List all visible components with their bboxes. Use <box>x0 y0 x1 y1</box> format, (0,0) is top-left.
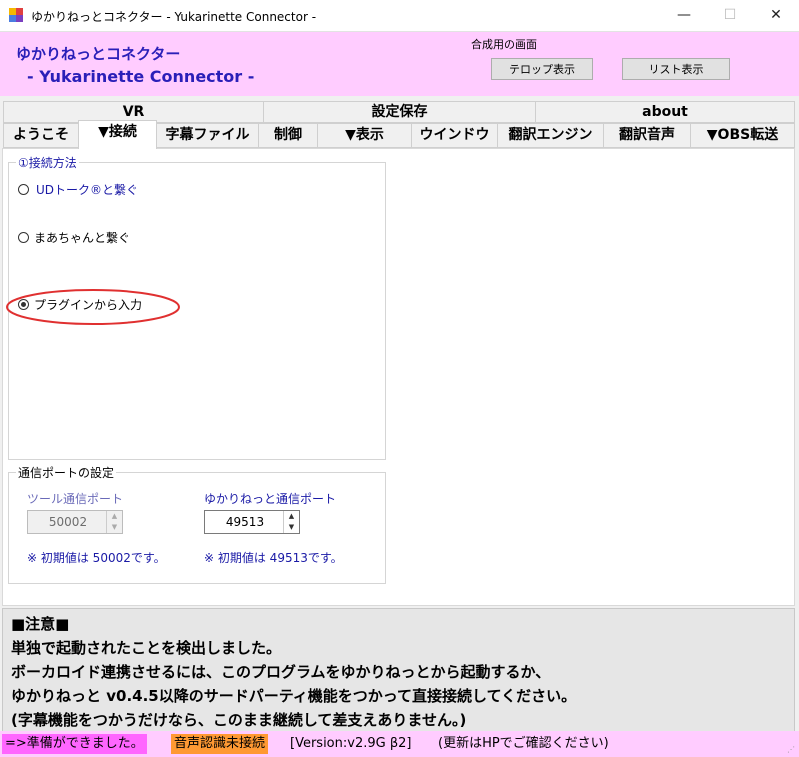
port-settings-label: 通信ポートの設定 <box>16 464 117 481</box>
tab-translation-engine[interactable]: 翻訳エンジン <box>497 123 604 148</box>
title-bar: ゆかりねっとコネクター - Yukarinette Connector - — … <box>0 0 799 32</box>
yukari-port-label: ゆかりねっと通信ポート <box>204 492 337 506</box>
tab-control[interactable]: 制御 <box>258 123 318 148</box>
radio-selected-dot <box>21 302 26 307</box>
close-button[interactable]: ✕ <box>753 0 799 31</box>
tab-connection[interactable]: ▼接続 <box>78 120 157 149</box>
app-icon <box>9 8 23 22</box>
minimize-button[interactable]: — <box>661 0 707 31</box>
list-button[interactable]: リスト表示 <box>622 58 730 80</box>
notice-panel: ■注意■ 単独で起動されたことを検出しました。 ボーカロイド連携させるには、この… <box>2 608 795 732</box>
yukari-port-stepper[interactable]: 49513 ▲ ▼ <box>204 510 300 534</box>
resize-grip-icon[interactable]: ⋰ <box>787 745 797 755</box>
notice-line: ゆかりねっと v0.4.5以降のサードパーティ機能をつかって直接接続してください… <box>11 687 577 705</box>
maximize-button[interactable]: ☐ <box>707 0 753 31</box>
header-title-jp: ゆかりねっとコネクター <box>16 45 181 63</box>
status-version: [Version:v2.9G β2] <box>290 736 412 751</box>
header-title-en: - Yukarinette Connector - <box>27 67 255 86</box>
tab-about[interactable]: about <box>535 101 795 123</box>
tab-welcome[interactable]: ようこそ <box>3 123 79 148</box>
radio-plugin[interactable] <box>18 299 29 310</box>
window-title: ゆかりねっとコネクター - Yukarinette Connector - <box>31 10 317 24</box>
tool-port-label: ツール通信ポート <box>27 492 124 506</box>
yukari-port-up-icon[interactable]: ▲ <box>284 511 299 522</box>
yukari-port-note: ※ 初期値は 49513です。 <box>204 551 343 565</box>
tab-translation-voice[interactable]: 翻訳音声 <box>603 123 691 148</box>
telop-button[interactable]: テロップ表示 <box>491 58 593 80</box>
yukari-port-value[interactable]: 49513 <box>205 511 285 533</box>
option-udtalk-label[interactable]: UDトーク®と繋ぐ <box>36 181 138 198</box>
notice-line: ボーカロイド連携させるには、このプログラムをゆかりねっとから起動するか、 <box>11 663 551 681</box>
tab-window[interactable]: ウインドウ <box>411 123 498 148</box>
status-bar: =>準備ができました。 音声認識未接続 [Version:v2.9G β2] (… <box>0 731 799 757</box>
tool-port-value: 50002 <box>48 515 88 529</box>
yukari-port-down-icon[interactable]: ▼ <box>284 522 299 533</box>
tab-obs-transfer[interactable]: ▼OBS転送 <box>690 123 795 148</box>
status-ready: =>準備ができました。 <box>2 734 147 754</box>
connection-method-label: ①接続方法 <box>16 154 79 171</box>
option-plugin-label[interactable]: プラグインから入力 <box>34 296 142 313</box>
notice-heading: ■注意■ <box>11 615 70 633</box>
tool-port-down-icon: ▼ <box>111 523 118 531</box>
notice-line: (字幕機能をつかうだけなら、このまま継続して差支えありません。) <box>11 711 467 729</box>
radio-maachan[interactable] <box>18 232 29 243</box>
tool-port-stepper: 50002 ▲ ▼ <box>27 510 123 534</box>
status-speech-recognition: 音声認識未接続 <box>171 734 269 754</box>
notice-line: 単独で起動されたことを検出しました。 <box>11 639 282 657</box>
app-header: ゆかりねっとコネクター - Yukarinette Connector - 合成… <box>0 32 799 96</box>
tab-display[interactable]: ▼表示 <box>317 123 412 148</box>
radio-udtalk[interactable] <box>18 184 29 195</box>
compose-screen-label: 合成用の画面 <box>471 38 537 51</box>
status-update: (更新はHPでご確認ください) <box>438 736 609 751</box>
tool-port-note: ※ 初期値は 50002です。 <box>27 551 166 565</box>
tab-subtitle-file[interactable]: 字幕ファイル <box>156 123 259 148</box>
tab-settings-save[interactable]: 設定保存 <box>263 101 536 123</box>
option-maachan-label[interactable]: まあちゃんと繋ぐ <box>34 229 130 246</box>
tool-port-up-icon: ▲ <box>111 512 118 520</box>
